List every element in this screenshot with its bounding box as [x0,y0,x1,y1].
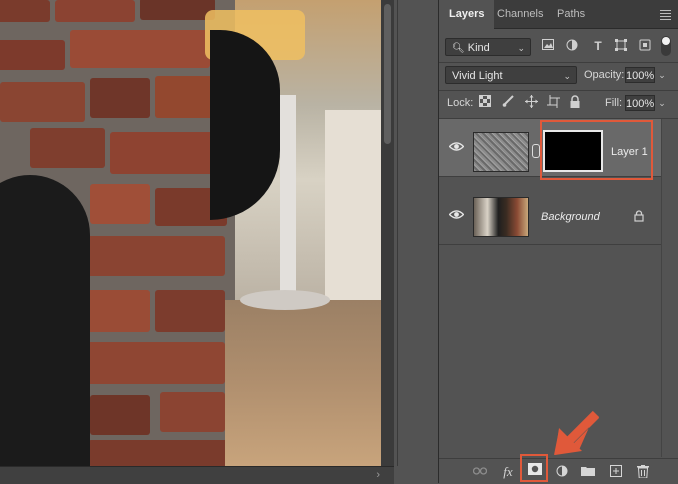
canvas-photo [0,0,381,466]
mask-highlight-box [540,120,653,180]
image-filter-icon[interactable] [541,39,555,53]
panel-tabbar: Layers Channels Paths [439,0,678,29]
type-filter-icon[interactable]: T [591,39,605,53]
shape-filter-icon[interactable] [614,39,628,53]
opacity-label: Opacity: [584,69,625,81]
background-thumbnail[interactable] [473,197,529,237]
canvas-vertical-scrollbar[interactable] [381,0,394,466]
visibility-eye-icon[interactable] [449,141,464,152]
layer1-thumbnail[interactable] [473,132,529,172]
panel-gutter [394,0,438,483]
chevron-down-icon: ⌄ [563,71,571,81]
blend-mode-dropdown[interactable]: Vivid Light ⌄ [445,66,577,84]
tab-channels[interactable]: Channels [487,0,553,28]
fill-dropdown-arrow-icon[interactable]: ⌄ [655,95,669,111]
visibility-eye-icon[interactable] [449,209,464,220]
background-layer-name[interactable]: Background [541,211,600,223]
lock-pixels-icon[interactable] [501,95,515,109]
adjustment-layer-icon[interactable] [555,465,569,479]
lock-all-icon[interactable] [568,95,582,109]
lock-transparent-icon[interactable] [478,95,492,109]
opacity-dropdown-arrow-icon[interactable]: ⌄ [655,67,669,83]
pointer-arrow-annotation [554,410,600,455]
layer-locked-icon[interactable] [634,210,644,222]
layers-panel: Layers Channels Paths 🔍︎ Kind ⌄ T Vivid … [438,0,678,484]
scroll-right-arrow-icon[interactable]: › [376,469,380,481]
add-mask-highlight-box [520,454,548,482]
smart-object-filter-icon[interactable] [638,39,652,53]
panel-scrollbar[interactable] [661,119,678,457]
lock-label: Lock: [447,97,474,109]
blend-mode-value: Vivid Light [452,70,503,82]
chevron-down-icon: ⌄ [517,43,525,53]
fill-label: Fill: [605,97,623,109]
filter-toggle-switch[interactable] [661,36,671,56]
mask-link-icon[interactable] [532,144,540,158]
canvas-horizontal-scrollbar[interactable]: › [0,466,394,484]
lock-position-icon[interactable] [524,95,538,109]
fx-icon[interactable]: fx [501,465,515,479]
tab-paths[interactable]: Paths [547,0,595,28]
adjustment-filter-icon[interactable] [565,39,579,53]
document-canvas[interactable] [0,0,381,466]
filter-kind-dropdown[interactable]: 🔍︎ Kind ⌄ [445,38,531,56]
delete-layer-icon[interactable] [636,465,650,479]
layer-row-background[interactable]: Background [439,187,661,245]
new-layer-icon[interactable] [609,465,623,479]
search-icon: 🔍︎ [452,43,465,54]
new-group-icon[interactable] [581,465,595,479]
layers-bottom-toolbar: fx [439,454,678,484]
filter-kind-value: Kind [467,42,490,54]
lock-artboard-icon[interactable] [546,95,560,109]
panel-menu-icon[interactable] [660,10,671,22]
scroll-thumb[interactable] [384,4,391,144]
link-layers-icon[interactable] [472,465,488,479]
opacity-field[interactable]: 100% [625,67,655,83]
fill-field[interactable]: 100% [625,95,655,111]
